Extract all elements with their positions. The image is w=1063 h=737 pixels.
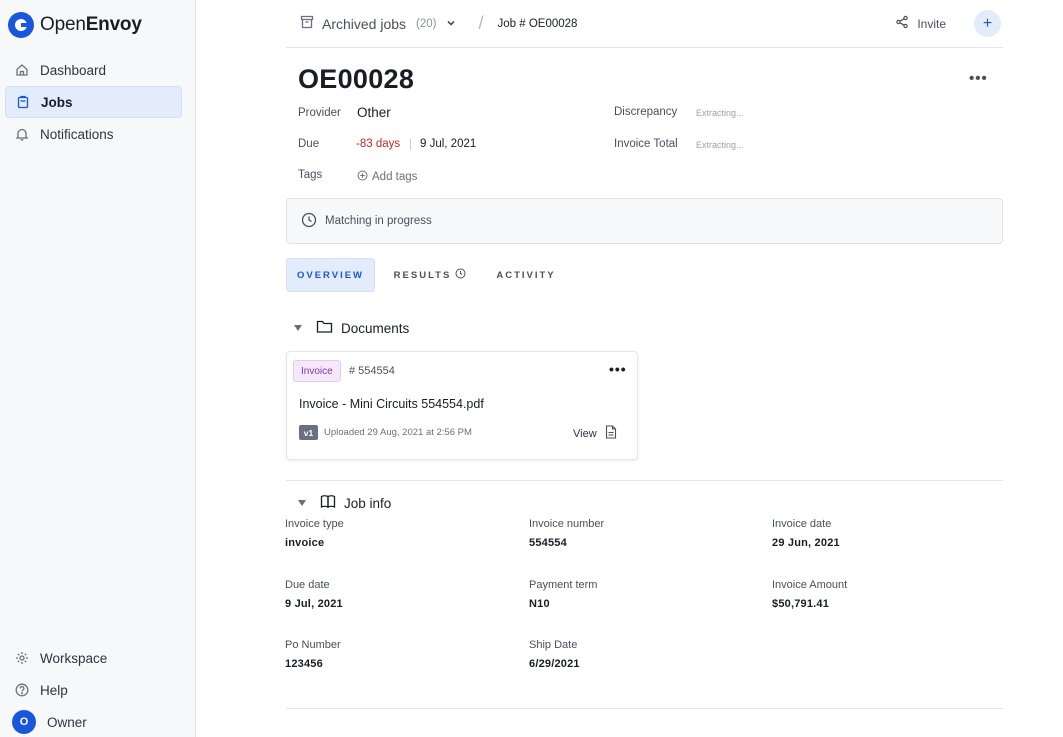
invoice-total-label: Invoice Total <box>614 138 678 150</box>
invoice-amount-label: Invoice Amount <box>772 579 848 591</box>
home-icon <box>15 63 29 77</box>
tab-label: RESULTS <box>393 269 452 281</box>
section-divider <box>286 480 1003 481</box>
matching-status-banner: Matching in progress <box>286 198 1003 244</box>
sidebar-item-label: Dashboard <box>40 62 107 78</box>
avatar: O <box>12 710 36 734</box>
discrepancy-value: Extracting... <box>696 108 744 118</box>
job-info-section-toggle[interactable]: Job info <box>298 494 391 512</box>
header-actions: Invite + <box>895 10 1003 37</box>
view-document-button[interactable]: View <box>573 425 617 442</box>
sidebar: OpenEnvoy Dashboard Jobs Notifications W… <box>0 0 196 737</box>
document-number: # 554554 <box>349 365 395 377</box>
invite-button[interactable]: Invite <box>895 15 946 32</box>
payment-term-value: N10 <box>529 598 550 610</box>
due-relative: -83 days <box>356 138 401 150</box>
chevron-down-icon[interactable] <box>445 16 457 32</box>
page-header: Archived jobs (20) / Job # OE00028 Invit… <box>286 0 1003 48</box>
invoice-amount-value: $50,791.41 <box>772 598 830 610</box>
logo-text: OpenEnvoy <box>40 14 142 35</box>
breadcrumb-archived-jobs[interactable]: Archived jobs (20) <box>300 15 457 32</box>
discrepancy-label: Discrepancy <box>614 106 678 118</box>
breadcrumb-current-job: Job # OE00028 <box>497 17 578 30</box>
due-date-value: 9 Jul, 2021 <box>285 598 343 610</box>
tab-results[interactable]: RESULTS <box>388 258 472 292</box>
breadcrumb-archive-label: Archived jobs <box>322 15 407 32</box>
invoice-type-label: Invoice type <box>285 518 344 530</box>
due-divider <box>410 139 411 150</box>
share-icon <box>895 15 909 32</box>
caret-down-icon <box>294 325 302 331</box>
sidebar-item-label: Owner <box>47 714 87 730</box>
sidebar-item-label: Workspace <box>40 650 108 666</box>
tab-overview[interactable]: OVERVIEW <box>286 258 375 292</box>
openenvoy-logo-icon <box>8 12 34 38</box>
ship-date-label: Ship Date <box>529 639 578 651</box>
sidebar-item-workspace[interactable]: Workspace <box>5 642 182 674</box>
clipboard-icon <box>16 95 30 109</box>
invoice-date-label: Invoice date <box>772 518 832 530</box>
folder-icon <box>316 319 333 337</box>
invite-label: Invite <box>917 16 946 31</box>
add-tags-button[interactable]: Add tags <box>357 170 417 184</box>
job-more-menu-button[interactable]: ••• <box>969 70 988 87</box>
tab-label: ACTIVITY <box>496 269 556 281</box>
upload-timestamp: Uploaded 29 Aug, 2021 at 2:56 PM <box>324 427 472 438</box>
sidebar-item-dashboard[interactable]: Dashboard <box>5 54 182 86</box>
add-button[interactable]: + <box>974 10 1001 37</box>
sidebar-item-label: Help <box>40 682 68 698</box>
document-filename[interactable]: Invoice - Mini Circuits 554554.pdf <box>299 397 484 411</box>
document-icon <box>605 425 617 442</box>
breadcrumb-separator: / <box>478 13 484 33</box>
bell-icon <box>15 127 29 141</box>
invoice-date-value: 29 Jun, 2021 <box>772 537 840 549</box>
invoice-total-value: Extracting... <box>696 140 744 150</box>
archive-count: (20) <box>416 17 437 30</box>
invoice-number-label: Invoice number <box>529 518 605 530</box>
archive-icon <box>300 15 314 32</box>
document-type-badge: Invoice <box>293 360 341 382</box>
logo[interactable]: OpenEnvoy <box>8 12 142 38</box>
page-title: OE00028 <box>298 64 415 94</box>
main-nav: Dashboard Jobs Notifications <box>5 54 182 150</box>
document-more-button[interactable]: ••• <box>609 361 627 377</box>
sidebar-item-help[interactable]: Help <box>5 674 182 706</box>
invoice-number-value: 554554 <box>529 537 567 549</box>
ship-date-value: 6/29/2021 <box>529 658 580 670</box>
status-text: Matching in progress <box>325 215 432 227</box>
plus-circle-icon <box>357 170 368 184</box>
provider-value: Other <box>357 105 391 120</box>
payment-term-label: Payment term <box>529 579 598 591</box>
gear-icon <box>15 651 29 665</box>
po-number-label: Po Number <box>285 639 341 651</box>
documents-title: Documents <box>341 320 410 336</box>
book-icon <box>320 494 336 512</box>
due-date: 9 Jul, 2021 <box>420 138 477 150</box>
invoice-type-value: invoice <box>285 537 325 549</box>
caret-down-icon <box>298 500 306 506</box>
sidebar-item-notifications[interactable]: Notifications <box>5 118 182 150</box>
help-icon <box>15 683 29 697</box>
sidebar-item-label: Notifications <box>40 126 114 142</box>
sidebar-item-jobs[interactable]: Jobs <box>5 86 182 118</box>
version-badge: v1 <box>299 425 318 440</box>
clock-icon <box>455 268 466 282</box>
sidebar-bottom: Workspace Help O Owner <box>5 642 182 737</box>
sidebar-item-label: Jobs <box>41 94 73 110</box>
add-tags-label: Add tags <box>372 171 418 183</box>
documents-section-toggle[interactable]: Documents <box>294 319 409 337</box>
view-label: View <box>573 427 597 440</box>
tags-label: Tags <box>298 169 323 181</box>
due-label: Due <box>298 138 320 150</box>
section-divider <box>286 708 1003 709</box>
job-info-title: Job info <box>344 495 392 511</box>
tab-activity[interactable]: ACTIVITY <box>490 258 562 292</box>
provider-label: Provider <box>298 107 341 119</box>
sidebar-item-owner[interactable]: O Owner <box>5 706 182 737</box>
tab-label: OVERVIEW <box>296 269 365 281</box>
clock-icon <box>301 212 317 231</box>
document-card[interactable]: Invoice # 554554 ••• Invoice - Mini Circ… <box>286 351 638 460</box>
po-number-value: 123456 <box>285 658 323 670</box>
due-date-label: Due date <box>285 579 330 591</box>
